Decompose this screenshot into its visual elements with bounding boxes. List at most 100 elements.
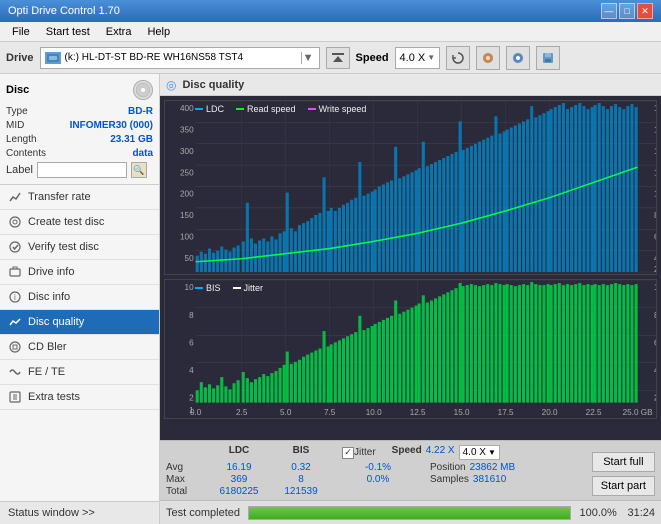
- svg-text:5.0: 5.0: [280, 408, 292, 417]
- title-bar: Opti Drive Control 1.70 — □ ✕: [0, 0, 661, 22]
- svg-text:50: 50: [185, 254, 195, 263]
- svg-text:15.0: 15.0: [454, 408, 470, 417]
- ldc-header: LDC: [208, 445, 270, 460]
- disc-panel-title: Disc: [6, 84, 29, 96]
- status-text: Test completed: [166, 507, 240, 519]
- svg-text:0.0: 0.0: [190, 408, 202, 417]
- window-controls: — □ ✕: [601, 3, 653, 19]
- sidebar-item-fe-te[interactable]: FE / TE: [0, 360, 159, 385]
- svg-text:4%: 4%: [654, 366, 656, 375]
- svg-text:400: 400: [180, 104, 194, 113]
- svg-text:6: 6: [189, 338, 194, 347]
- svg-text:17.5: 17.5: [498, 408, 514, 417]
- top-chart-legend: LDC Read speed Write speed: [195, 104, 366, 114]
- speed-select[interactable]: 4.0 X ▼: [395, 47, 441, 69]
- svg-text:2.5: 2.5: [236, 408, 248, 417]
- disc-quality-icon: [8, 315, 22, 329]
- menu-extra[interactable]: Extra: [98, 24, 140, 40]
- label-icon-button[interactable]: 🔍: [131, 162, 147, 178]
- svg-text:250: 250: [180, 168, 194, 177]
- sidebar-item-verify-test-disc[interactable]: Verify test disc: [0, 235, 159, 260]
- nav-items: Transfer rate Create test disc Verify te…: [0, 185, 159, 501]
- mid-label: MID: [6, 120, 24, 131]
- svg-text:7.5: 7.5: [324, 408, 336, 417]
- menu-file[interactable]: File: [4, 24, 38, 40]
- svg-text:18X: 18X: [654, 104, 656, 113]
- start-full-button[interactable]: Start full: [592, 452, 655, 472]
- bottom-stats-bar: LDC BIS ✓ Jitter Speed 4.22 X 4.0 X: [160, 440, 661, 500]
- svg-text:2: 2: [189, 394, 194, 403]
- speed-header: Speed: [392, 445, 422, 460]
- svg-text:25.0 GB: 25.0 GB: [623, 408, 654, 417]
- sidebar-item-transfer-rate[interactable]: Transfer rate: [0, 185, 159, 210]
- stats-table: LDC BIS ✓ Jitter Speed 4.22 X 4.0 X: [160, 441, 586, 500]
- svg-text:200: 200: [180, 190, 194, 199]
- transfer-rate-icon: [8, 190, 22, 204]
- length-label: Length: [6, 134, 37, 145]
- status-window-button[interactable]: Status window >>: [0, 501, 159, 524]
- disc-panel-icon: [133, 80, 153, 100]
- sidebar-item-disc-info[interactable]: i Disc info: [0, 285, 159, 310]
- contents-label: Contents: [6, 148, 46, 159]
- samples-label: Samples: [430, 474, 469, 485]
- progress-bar-outer: [248, 506, 571, 520]
- charts-area: LDC Read speed Write speed: [160, 96, 661, 440]
- label-input[interactable]: [37, 162, 127, 178]
- fe-te-icon: [8, 365, 22, 379]
- refresh-button[interactable]: [446, 46, 470, 70]
- length-value: 23.31 GB: [110, 134, 153, 145]
- minimize-button[interactable]: —: [601, 3, 617, 19]
- menu-help[interactable]: Help: [139, 24, 178, 40]
- main-content: Disc Type BD-R MID INFOMER30 (000) Lengt…: [0, 74, 661, 524]
- sidebar-item-create-test-disc[interactable]: Create test disc: [0, 210, 159, 235]
- svg-text:300: 300: [180, 147, 194, 156]
- progress-bar-inner: [249, 507, 570, 519]
- create-test-disc-icon: [8, 215, 22, 229]
- svg-text:150: 150: [180, 211, 194, 220]
- top-chart-svg: 400 350 300 250 200 150 100 50 18X 16X 1…: [165, 101, 656, 274]
- svg-text:8: 8: [189, 311, 194, 320]
- sidebar: Disc Type BD-R MID INFOMER30 (000) Lengt…: [0, 74, 160, 524]
- sidebar-item-extra-tests[interactable]: Extra tests: [0, 385, 159, 410]
- time-elapsed: 31:24: [627, 507, 655, 519]
- cd-bler-icon: [8, 340, 22, 354]
- maximize-button[interactable]: □: [619, 3, 635, 19]
- top-chart: LDC Read speed Write speed: [164, 100, 657, 275]
- save-button[interactable]: [536, 46, 560, 70]
- right-panel: ◎ Disc quality LDC Read speed: [160, 74, 661, 524]
- close-button[interactable]: ✕: [637, 3, 653, 19]
- disc-art-button[interactable]: [476, 46, 500, 70]
- menu-start-test[interactable]: Start test: [38, 24, 98, 40]
- svg-text:8X: 8X: [654, 211, 656, 220]
- start-part-button[interactable]: Start part: [592, 476, 655, 496]
- samples-value: 381610: [473, 474, 506, 485]
- extra-tests-icon: [8, 390, 22, 404]
- jitter-checkbox[interactable]: ✓: [342, 447, 354, 459]
- stats-headers-row: LDC BIS ✓ Jitter Speed 4.22 X 4.0 X: [166, 445, 580, 460]
- chart-title-icon: ◎: [166, 78, 176, 92]
- right-buttons: Start full Start part: [586, 441, 661, 500]
- svg-text:16X: 16X: [654, 126, 656, 135]
- eject-button[interactable]: [326, 47, 350, 69]
- svg-text:20.0: 20.0: [542, 408, 558, 417]
- svg-text:2X: 2X: [654, 265, 656, 274]
- drive-info-icon: [8, 265, 22, 279]
- type-label: Type: [6, 106, 28, 117]
- drive-select[interactable]: (k:) HL-DT-ST BD-RE WH16NS58 TST4 ▼: [40, 47, 320, 69]
- svg-text:6X: 6X: [654, 232, 656, 241]
- speed-current-value: 4.22 X: [426, 445, 455, 460]
- speed-dropdown[interactable]: 4.0 X ▼: [459, 445, 500, 460]
- sidebar-item-disc-quality[interactable]: Disc quality: [0, 310, 159, 335]
- svg-text:10: 10: [185, 283, 195, 292]
- settings-button[interactable]: [506, 46, 530, 70]
- svg-text:14X: 14X: [654, 147, 656, 156]
- svg-text:2%: 2%: [654, 394, 656, 403]
- drive-dropdown-arrow[interactable]: ▼: [301, 52, 315, 64]
- sidebar-item-cd-bler[interactable]: CD Bler: [0, 335, 159, 360]
- chart-title: Disc quality: [182, 79, 244, 91]
- app-title: Opti Drive Control 1.70: [8, 5, 120, 17]
- label-label: Label: [6, 164, 33, 176]
- svg-text:4X: 4X: [654, 254, 656, 263]
- sidebar-item-drive-info[interactable]: Drive info: [0, 260, 159, 285]
- drive-icon: [45, 52, 61, 64]
